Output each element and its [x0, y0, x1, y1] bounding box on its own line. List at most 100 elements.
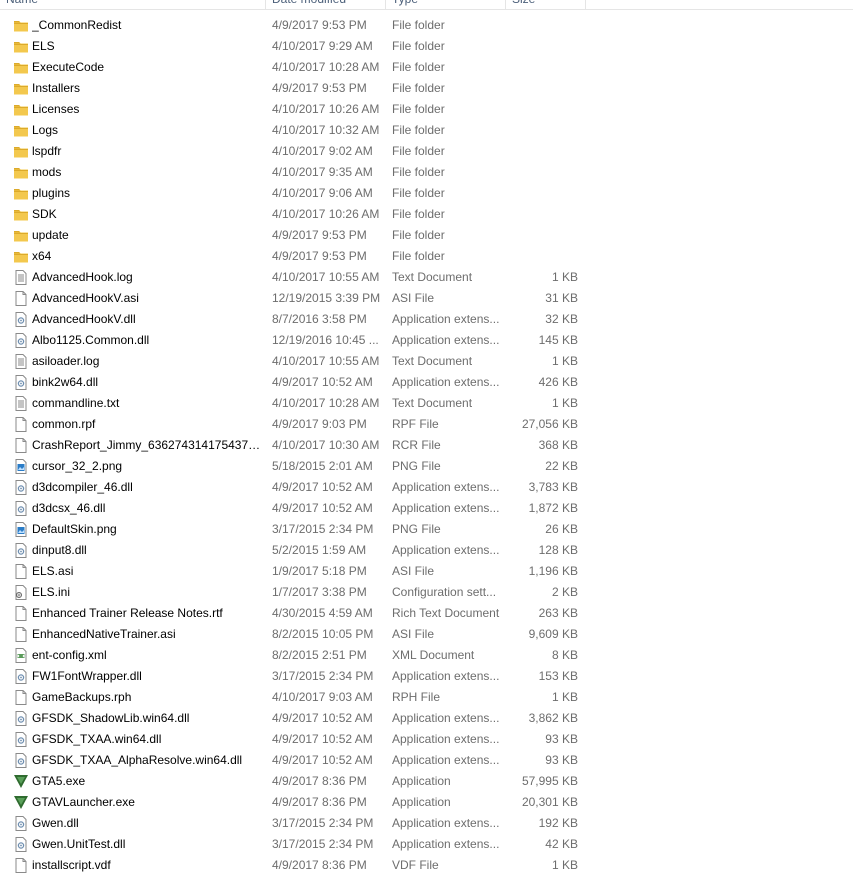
dll-file-icon — [13, 669, 29, 684]
file-row[interactable]: EnhancedNativeTrainer.asi 8/2/2015 10:05 … — [0, 624, 853, 645]
file-row[interactable]: GFSDK_TXAA_AlphaResolve.win64.dll 4/9/201… — [0, 750, 853, 771]
file-row[interactable]: ELS.asi 1/9/2017 5:18 PM ASI File 1,196 KB — [0, 561, 853, 582]
file-row[interactable]: GFSDK_TXAA.win64.dll 4/9/2017 10:52 AM App… — [0, 729, 853, 750]
dll-file-icon — [13, 753, 29, 768]
file-type: Text Document — [392, 270, 473, 284]
dll-file-icon — [13, 312, 29, 327]
file-date-modified: 4/9/2017 10:52 AM — [272, 501, 373, 515]
file-row[interactable]: Enhanced Trainer Release Notes.rtf 4/30/2… — [0, 603, 853, 624]
file-row[interactable]: x64 4/9/2017 9:53 PM File folder — [0, 246, 853, 267]
file-row[interactable]: Logs 4/10/2017 10:32 AM File folder — [0, 120, 853, 141]
file-type: Application — [392, 774, 451, 788]
file-type: ASI File — [392, 564, 435, 578]
file-row[interactable]: DefaultSkin.png 3/17/2015 2:34 PM PNG File… — [0, 519, 853, 540]
file-row[interactable]: GameBackups.rph 4/10/2017 9:03 AM RPH File… — [0, 687, 853, 708]
file-row[interactable]: Gwen.UnitTest.dll 3/17/2015 2:34 PM Applic… — [0, 834, 853, 855]
file-row[interactable]: Gwen.dll 3/17/2015 2:34 PM Application ext… — [0, 813, 853, 834]
file-row[interactable]: bink2w64.dll 4/9/2017 10:52 AM Application… — [0, 372, 853, 393]
file-row[interactable]: _CommonRedist 4/9/2017 9:53 PM File folder — [0, 15, 853, 36]
folder-icon — [13, 144, 29, 159]
file-row[interactable]: CrashReport_Jimmy_63627431417543706... 4/… — [0, 435, 853, 456]
blank-file-icon — [13, 564, 29, 579]
image-file-icon — [13, 459, 29, 474]
file-type: File folder — [392, 228, 445, 242]
file-row[interactable]: dinput8.dll 5/2/2015 1:59 AM Application e… — [0, 540, 853, 561]
file-type: File folder — [392, 207, 445, 221]
file-row[interactable]: AdvancedHookV.asi 12/19/2015 3:39 PM ASI F… — [0, 288, 853, 309]
file-row[interactable]: common.rpf 4/9/2017 9:03 PM RPF File 27,056… — [0, 414, 853, 435]
file-type: Configuration sett... — [392, 585, 497, 599]
file-type: File folder — [392, 81, 445, 95]
dll-file-icon — [13, 333, 29, 348]
xml-file-icon — [13, 648, 29, 663]
folder-icon — [13, 81, 29, 96]
file-row[interactable]: asiloader.log 4/10/2017 10:55 AM Text Docu… — [0, 351, 853, 372]
file-name: AdvancedHook.log — [32, 270, 133, 284]
file-row[interactable]: commandline.txt 4/10/2017 10:28 AM Text Do… — [0, 393, 853, 414]
file-name: Albo1125.Common.dll — [32, 333, 150, 347]
column-header-name[interactable]: Name — [0, 0, 266, 9]
file-row[interactable]: plugins 4/10/2017 9:06 AM File folder — [0, 183, 853, 204]
folder-icon — [13, 228, 29, 243]
file-type: ASI File — [392, 291, 435, 305]
file-row[interactable]: update 4/9/2017 9:53 PM File folder — [0, 225, 853, 246]
file-name: GFSDK_ShadowLib.win64.dll — [32, 711, 190, 725]
column-header-date-modified[interactable]: Date modified — [266, 0, 386, 9]
file-name: Enhanced Trainer Release Notes.rtf — [32, 606, 223, 620]
file-date-modified: 4/9/2017 10:52 AM — [272, 480, 373, 494]
file-row[interactable]: ELS 4/10/2017 9:29 AM File folder — [0, 36, 853, 57]
file-date-modified: 3/17/2015 2:34 PM — [272, 816, 374, 830]
file-size: 368 KB — [538, 438, 578, 452]
file-row[interactable]: cursor_32_2.png 5/18/2015 2:01 AM PNG File… — [0, 456, 853, 477]
file-type: Application extens... — [392, 669, 500, 683]
file-row[interactable]: GTA5.exe 4/9/2017 8:36 PM Application 57,99… — [0, 771, 853, 792]
file-row[interactable]: d3dcompiler_46.dll 4/9/2017 10:52 AM Appli… — [0, 477, 853, 498]
file-name: lspdfr — [32, 144, 62, 158]
file-row[interactable]: ELS.ini 1/7/2017 3:38 PM Configuration set… — [0, 582, 853, 603]
column-header-type[interactable]: Type — [386, 0, 506, 9]
file-row[interactable]: AdvancedHookV.dll 8/7/2016 3:58 PM Applica… — [0, 309, 853, 330]
file-size: 8 KB — [551, 648, 578, 662]
file-type: Application extens... — [392, 312, 500, 326]
file-date-modified: 5/18/2015 2:01 AM — [272, 459, 373, 473]
file-name: AdvancedHookV.asi — [32, 291, 139, 305]
file-type: Application extens... — [392, 837, 500, 851]
folder-icon — [13, 18, 29, 33]
config-file-icon — [13, 585, 29, 600]
file-row[interactable]: FW1FontWrapper.dll 3/17/2015 2:34 PM Appli… — [0, 666, 853, 687]
file-size: 128 KB — [538, 543, 578, 557]
blank-file-icon — [13, 291, 29, 306]
file-row[interactable]: installscript.vdf 4/9/2017 8:36 PM VDF Fil… — [0, 855, 853, 876]
column-header-size[interactable]: Size — [506, 0, 586, 9]
file-size: 3,862 KB — [528, 711, 578, 725]
file-date-modified: 4/9/2017 10:52 AM — [272, 711, 373, 725]
file-row[interactable]: GFSDK_ShadowLib.win64.dll 4/9/2017 10:52 … — [0, 708, 853, 729]
file-date-modified: 4/9/2017 8:36 PM — [272, 774, 367, 788]
file-row[interactable]: lspdfr 4/10/2017 9:02 AM File folder — [0, 141, 853, 162]
file-name: dinput8.dll — [32, 543, 87, 557]
file-row[interactable]: mods 4/10/2017 9:35 AM File folder — [0, 162, 853, 183]
file-size: 145 KB — [538, 333, 578, 347]
file-size: 263 KB — [538, 606, 578, 620]
file-row[interactable]: ExecuteCode 4/10/2017 10:28 AM File folder — [0, 57, 853, 78]
folder-icon — [13, 102, 29, 117]
file-name: EnhancedNativeTrainer.asi — [32, 627, 176, 641]
file-row[interactable]: AdvancedHook.log 4/10/2017 10:55 AM Text D… — [0, 267, 853, 288]
file-name: ELS — [32, 39, 55, 53]
file-name: Licenses — [32, 102, 80, 116]
file-name: bink2w64.dll — [32, 375, 99, 389]
file-row[interactable]: Licenses 4/10/2017 10:26 AM File folder — [0, 99, 853, 120]
file-row[interactable]: SDK 4/10/2017 10:26 AM File folder — [0, 204, 853, 225]
file-date-modified: 4/10/2017 10:55 AM — [272, 354, 380, 368]
file-type: Application extens... — [392, 753, 500, 767]
file-row[interactable]: GTAVLauncher.exe 4/9/2017 8:36 PM Applicat… — [0, 792, 853, 813]
blank-file-icon — [13, 417, 29, 432]
file-row[interactable]: Installers 4/9/2017 9:53 PM File folder — [0, 78, 853, 99]
file-row[interactable]: ent-config.xml 8/2/2015 2:51 PM XML Docume… — [0, 645, 853, 666]
file-type: File folder — [392, 60, 445, 74]
file-row[interactable]: Albo1125.Common.dll 12/19/2016 10:45 ... A… — [0, 330, 853, 351]
file-date-modified: 4/9/2017 10:52 AM — [272, 375, 373, 389]
file-row[interactable]: d3dcsx_46.dll 4/9/2017 10:52 AM Applicatio… — [0, 498, 853, 519]
file-date-modified: 4/10/2017 10:32 AM — [272, 123, 380, 137]
file-type: RPH File — [392, 690, 441, 704]
